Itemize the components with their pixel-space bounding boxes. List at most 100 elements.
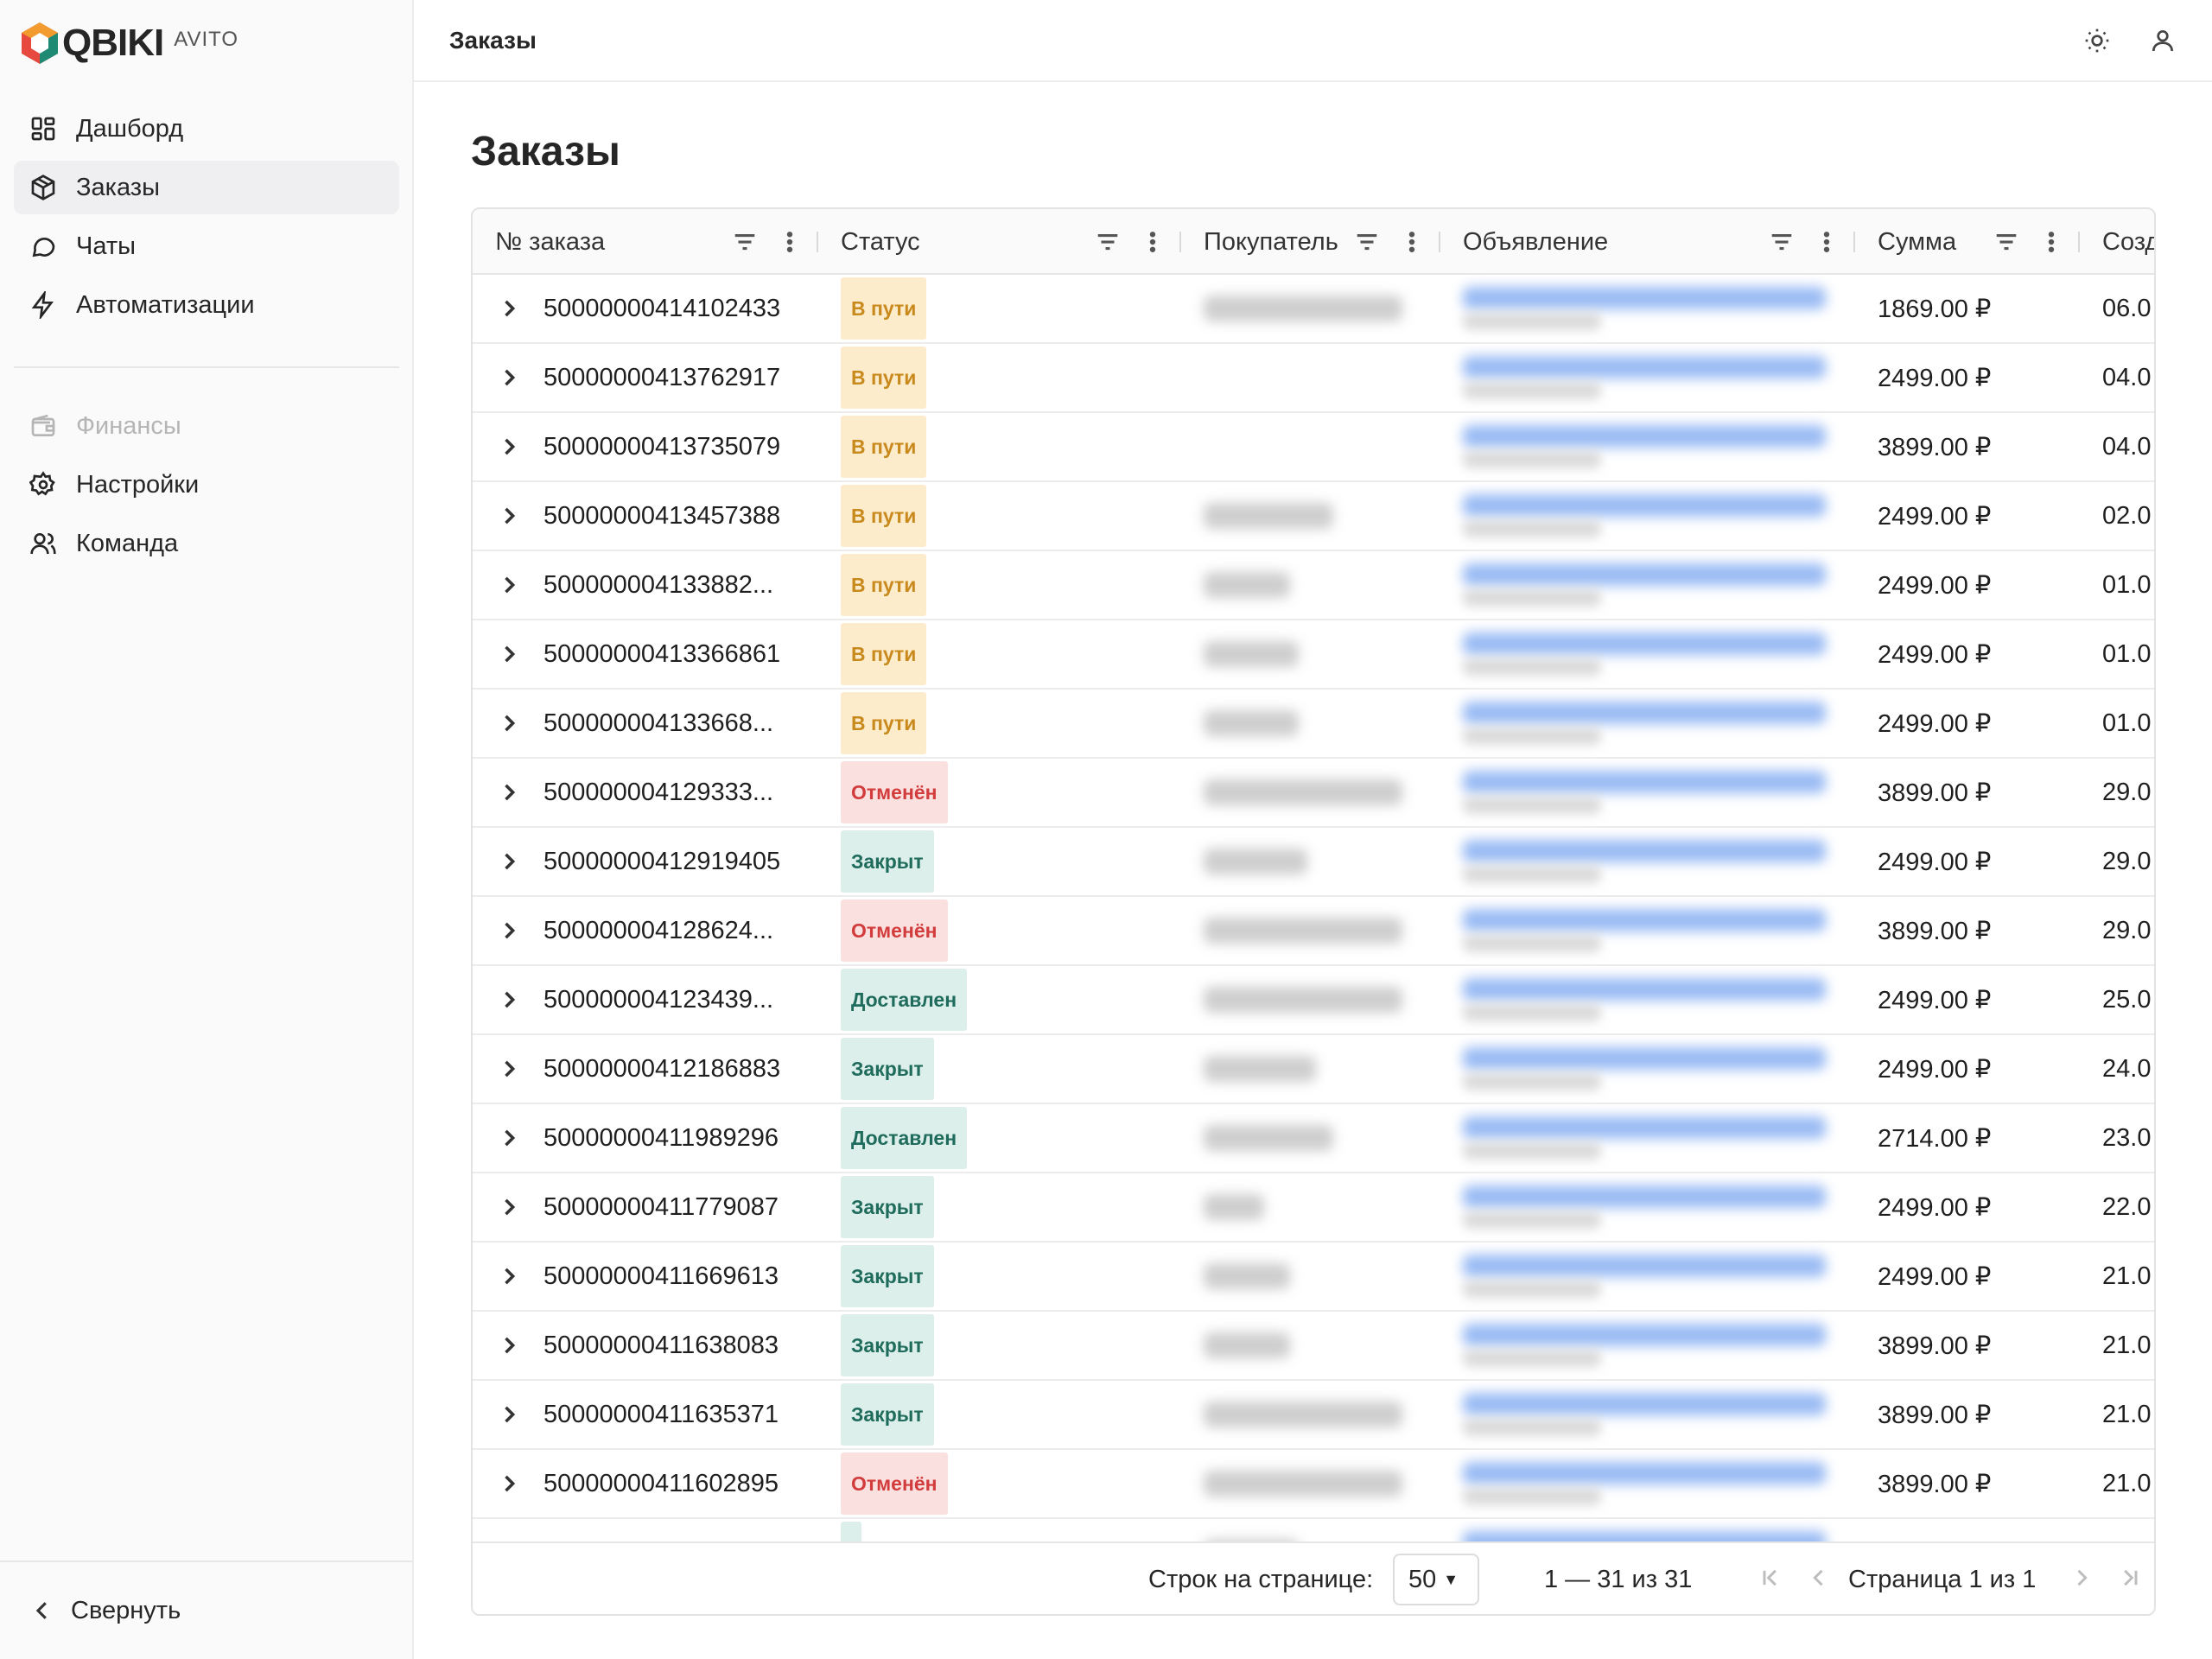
listing-cell[interactable] — [1463, 897, 1843, 964]
blurred-listing-link[interactable] — [1463, 632, 1826, 655]
expand-row-button[interactable] — [497, 759, 521, 826]
expand-row-button[interactable] — [497, 482, 521, 550]
order-number[interactable]: 50000000413762917 — [543, 344, 780, 411]
listing-cell[interactable] — [1463, 620, 1843, 688]
filter-icon[interactable] — [1993, 229, 2019, 255]
listing-cell[interactable] — [1463, 413, 1843, 480]
expand-row-button[interactable] — [497, 828, 521, 895]
table-row[interactable]: 500000004123439... Доставлен 2499.00 ₽ 25.0 — [473, 966, 2154, 1035]
expand-row-button[interactable] — [497, 413, 521, 480]
blurred-listing-link[interactable] — [1463, 1185, 1826, 1208]
filter-icon[interactable] — [1095, 229, 1121, 255]
listing-cell[interactable] — [1463, 344, 1843, 411]
order-number[interactable]: 50000000412919405 — [543, 828, 780, 895]
blurred-listing-link[interactable] — [1463, 1255, 1826, 1277]
expand-row-button[interactable] — [497, 1381, 521, 1448]
blurred-listing-link[interactable] — [1463, 909, 1826, 931]
listing-cell[interactable] — [1463, 551, 1843, 619]
sidebar-item-automations[interactable]: Автоматизации — [14, 278, 399, 332]
order-number[interactable]: 50000000411638083 — [543, 1312, 779, 1379]
table-row[interactable]: 500000004133882... В пути 2499.00 ₽ 01.0 — [473, 551, 2154, 620]
table-row[interactable]: 50000000411989296 Доставлен 2714.00 ₽ 23.0 — [473, 1104, 2154, 1173]
filter-icon[interactable] — [1354, 229, 1380, 255]
listing-cell[interactable] — [1463, 275, 1843, 342]
order-number[interactable]: 50000000411989296 — [543, 1104, 779, 1172]
order-number[interactable]: 50000000411779087 — [543, 1173, 779, 1241]
blurred-listing-link[interactable] — [1463, 771, 1826, 793]
sidebar-item-orders[interactable]: Заказы — [14, 161, 399, 214]
table-row[interactable]: 50000000412919405 Закрыт 2499.00 ₽ 29.0 — [473, 828, 2154, 897]
order-number[interactable]: 500000004133882... — [543, 551, 773, 619]
expand-row-button[interactable] — [497, 897, 521, 964]
table-row[interactable]: 50000000413762917 В пути 2499.00 ₽ 04.0 — [473, 344, 2154, 413]
more-vertical-icon[interactable] — [1399, 229, 1425, 255]
listing-cell[interactable] — [1463, 759, 1843, 826]
listing-cell[interactable] — [1463, 828, 1843, 895]
column-header-sum[interactable]: Сумма — [1855, 209, 2080, 275]
filter-icon[interactable] — [1769, 229, 1795, 255]
collapse-sidebar-button[interactable]: Свернуть — [0, 1560, 412, 1659]
column-header-status[interactable]: Статус — [818, 209, 1181, 275]
table-row[interactable]: 50000000414102433 В пути 1869.00 ₽ 06.0 — [473, 275, 2154, 344]
table-row[interactable]: 50000000411638083 Закрыт 3899.00 ₽ 21.0 — [473, 1312, 2154, 1381]
expand-row-button[interactable] — [497, 1104, 521, 1172]
blurred-listing-link[interactable] — [1463, 287, 1826, 309]
next-page-button[interactable] — [2066, 1562, 2097, 1593]
listing-cell[interactable] — [1463, 1104, 1843, 1172]
listing-cell[interactable] — [1463, 482, 1843, 550]
column-header-buyer[interactable]: Покупатель — [1181, 209, 1440, 275]
user-icon[interactable] — [2146, 24, 2179, 57]
logo[interactable]: QBIKI AVITO — [19, 19, 238, 67]
blurred-listing-link[interactable] — [1463, 1324, 1826, 1346]
table-row[interactable]: 50000000411779087 Закрыт 2499.00 ₽ 22.0 — [473, 1173, 2154, 1243]
order-number[interactable]: 50000000413735079 — [543, 413, 780, 480]
table-row[interactable]: 500000004133668... В пути 2499.00 ₽ 01.0 — [473, 690, 2154, 759]
sidebar-item-team[interactable]: Команда — [14, 517, 399, 570]
table-row[interactable]: 50000000413735079 В пути 3899.00 ₽ 04.0 — [473, 413, 2154, 482]
listing-cell[interactable] — [1463, 1173, 1843, 1241]
blurred-listing-link[interactable] — [1463, 425, 1826, 448]
prev-page-button[interactable] — [1803, 1562, 1834, 1593]
order-number[interactable]: 50000000413366861 — [543, 620, 780, 688]
blurred-listing-link[interactable] — [1463, 494, 1826, 517]
blurred-listing-link[interactable] — [1463, 356, 1826, 378]
table-row[interactable]: 50000000412186883 Закрыт 2499.00 ₽ 24.0 — [473, 1035, 2154, 1104]
expand-row-button[interactable] — [497, 275, 521, 342]
order-number[interactable]: 500000004128624... — [543, 897, 773, 964]
order-number[interactable]: 50000000411602895 — [543, 1450, 779, 1517]
sun-icon[interactable] — [2081, 24, 2113, 57]
sidebar-item-settings[interactable]: Настройки — [14, 458, 399, 512]
listing-cell[interactable] — [1463, 1450, 1843, 1517]
order-number[interactable]: 50000000414102433 — [543, 275, 780, 342]
more-vertical-icon[interactable] — [2038, 229, 2064, 255]
first-page-button[interactable] — [1755, 1562, 1786, 1593]
filter-icon[interactable] — [732, 229, 758, 255]
table-row[interactable]: 500000004129333... Отменён 3899.00 ₽ 29.0 — [473, 759, 2154, 828]
listing-cell[interactable] — [1463, 1035, 1843, 1103]
table-row[interactable]: 50000000411602895 Отменён 3899.00 ₽ 21.0 — [473, 1450, 2154, 1519]
expand-row-button[interactable] — [497, 966, 521, 1033]
table-row[interactable]: 50000000411635371 Закрыт 3899.00 ₽ 21.0 — [473, 1381, 2154, 1450]
more-vertical-icon[interactable] — [1814, 229, 1840, 255]
order-number[interactable]: 50000000413457388 — [543, 482, 780, 550]
expand-row-button[interactable] — [497, 344, 521, 411]
sidebar-item-dashboard[interactable]: Дашборд — [14, 102, 399, 156]
order-number[interactable]: 50000000411635371 — [543, 1381, 779, 1448]
blurred-listing-link[interactable] — [1463, 1116, 1826, 1139]
expand-row-button[interactable] — [497, 1035, 521, 1103]
order-number[interactable]: 500000004129333... — [543, 759, 773, 826]
rows-per-page-select[interactable]: 50 ▼ — [1393, 1554, 1479, 1605]
sidebar-item-chats[interactable]: Чаты — [14, 219, 399, 273]
order-number[interactable]: 500000004123439... — [543, 966, 773, 1033]
table-row[interactable]: 50000000411669613 Закрыт 2499.00 ₽ 21.0 — [473, 1243, 2154, 1312]
table-row[interactable]: 500000004128624... Отменён 3899.00 ₽ 29.0 — [473, 897, 2154, 966]
column-header-created[interactable]: Созд — [2080, 209, 2154, 275]
expand-row-button[interactable] — [497, 1312, 521, 1379]
blurred-listing-link[interactable] — [1463, 702, 1826, 724]
blurred-listing-link[interactable] — [1463, 563, 1826, 586]
table-row[interactable]: 50000000413457388 В пути 2499.00 ₽ 02.0 — [473, 482, 2154, 551]
blurred-listing-link[interactable] — [1463, 1393, 1826, 1415]
listing-cell[interactable] — [1463, 966, 1843, 1033]
listing-cell[interactable] — [1463, 690, 1843, 757]
expand-row-button[interactable] — [497, 690, 521, 757]
